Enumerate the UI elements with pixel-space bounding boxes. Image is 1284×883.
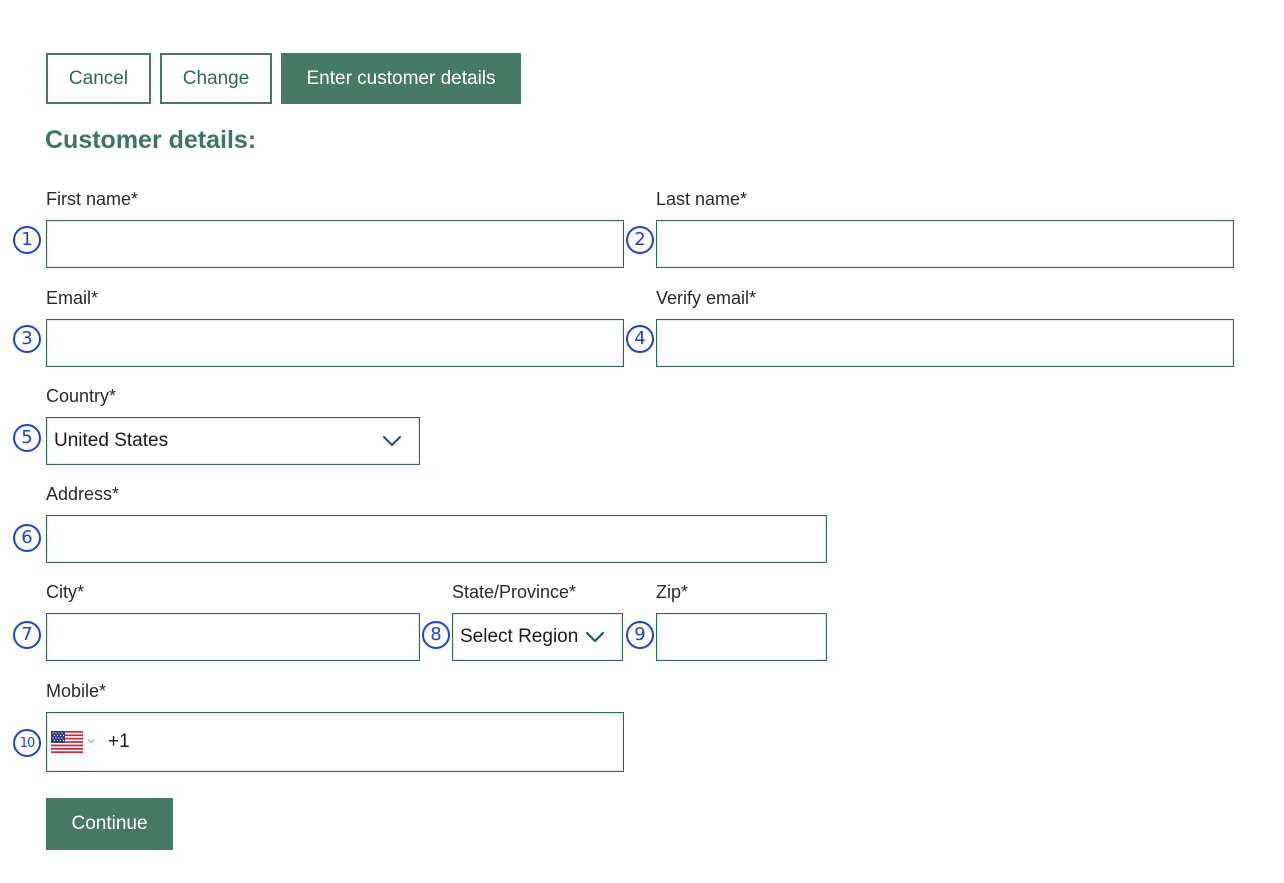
mobile-label: Mobile* bbox=[46, 681, 107, 701]
change-button[interactable]: Change bbox=[160, 53, 272, 104]
zip-field[interactable] bbox=[656, 613, 827, 661]
address-label: Address* bbox=[46, 484, 120, 504]
last-name-field[interactable] bbox=[656, 220, 1234, 268]
country-selected-value: United States bbox=[54, 430, 169, 451]
zip-input[interactable] bbox=[657, 614, 826, 660]
state-label: State/Province* bbox=[452, 582, 577, 602]
continue-button[interactable]: Continue bbox=[46, 798, 173, 850]
marker-9: 9 bbox=[626, 621, 654, 649]
marker-10: 10 bbox=[13, 729, 41, 757]
city-field[interactable] bbox=[46, 613, 420, 661]
address-input[interactable] bbox=[47, 516, 826, 562]
address-field[interactable] bbox=[46, 515, 827, 563]
dial-code: +1 bbox=[108, 731, 130, 752]
chevron-down-icon bbox=[585, 631, 605, 643]
enter-customer-details-button[interactable]: Enter customer details bbox=[281, 53, 521, 104]
state-selected-value: Select Region bbox=[460, 626, 579, 647]
verify-email-field[interactable] bbox=[656, 319, 1234, 367]
customer-details-page: Cancel Change Enter customer details Cus… bbox=[0, 0, 1284, 883]
email-input[interactable] bbox=[47, 320, 623, 366]
marker-4: 4 bbox=[626, 325, 654, 353]
email-label: Email* bbox=[46, 288, 99, 308]
city-input[interactable] bbox=[47, 614, 419, 660]
chevron-down-icon bbox=[382, 435, 402, 447]
marker-7: 7 bbox=[13, 621, 41, 649]
marker-3: 3 bbox=[13, 325, 41, 353]
first-name-input[interactable] bbox=[47, 221, 623, 267]
marker-8: 8 bbox=[422, 621, 450, 649]
state-select[interactable]: Select Region bbox=[452, 613, 623, 661]
cancel-button[interactable]: Cancel bbox=[46, 53, 151, 104]
verify-email-label: Verify email* bbox=[656, 288, 757, 308]
city-label: City* bbox=[46, 582, 85, 602]
marker-5: 5 bbox=[13, 424, 41, 452]
last-name-input[interactable] bbox=[657, 221, 1233, 267]
form-heading: Customer details: bbox=[45, 126, 257, 154]
zip-label: Zip* bbox=[656, 582, 689, 602]
country-select[interactable]: United States bbox=[46, 417, 420, 465]
country-label: Country* bbox=[46, 386, 117, 406]
last-name-label: Last name* bbox=[656, 189, 748, 209]
marker-2: 2 bbox=[626, 226, 654, 254]
first-name-field[interactable] bbox=[46, 220, 624, 268]
mobile-field[interactable]: +1 bbox=[46, 712, 624, 772]
us-flag-icon[interactable] bbox=[51, 731, 83, 753]
marker-1: 1 bbox=[13, 226, 41, 254]
first-name-label: First name* bbox=[46, 189, 139, 209]
verify-email-input[interactable] bbox=[657, 320, 1233, 366]
email-field[interactable] bbox=[46, 319, 624, 367]
marker-6: 6 bbox=[13, 524, 41, 552]
chevron-down-icon[interactable] bbox=[87, 737, 95, 745]
